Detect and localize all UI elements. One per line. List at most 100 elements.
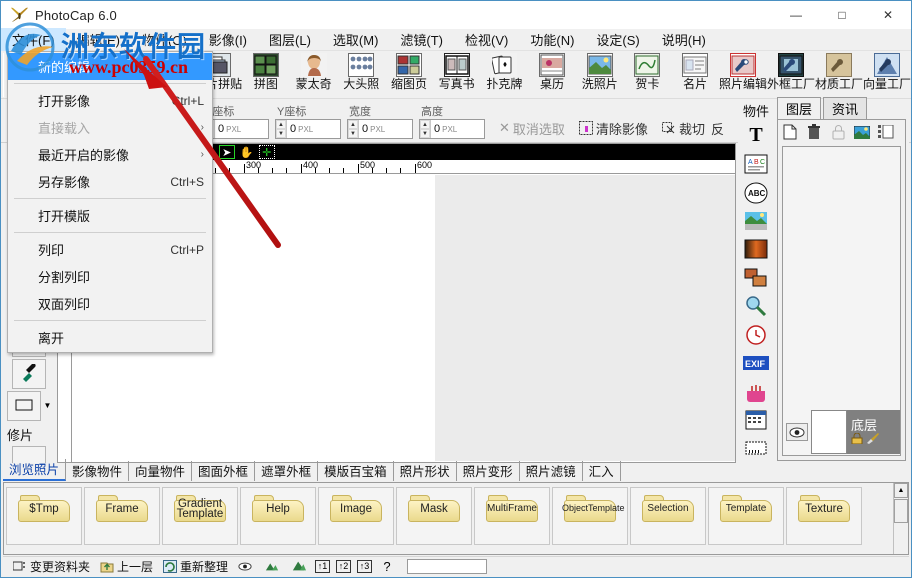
- toolbar-desk-calendar[interactable]: 桌历: [528, 51, 576, 97]
- gradient-object-icon[interactable]: [742, 236, 770, 263]
- tab-import[interactable]: 汇入: [583, 461, 621, 481]
- folder-item[interactable]: $Tmp: [6, 487, 82, 545]
- multi-image-icon[interactable]: [742, 264, 770, 291]
- folder-item[interactable]: Texture: [786, 487, 862, 545]
- tab-photo-filters[interactable]: 照片滤镜: [520, 461, 583, 481]
- layer-image-icon[interactable]: [854, 124, 870, 140]
- menu-file[interactable]: 文件(F): [1, 28, 66, 51]
- thumb-size-3-icon[interactable]: ↑3: [357, 560, 372, 573]
- menu-edit[interactable]: 编辑(E): [66, 28, 131, 51]
- eye-icon[interactable]: [786, 423, 808, 441]
- move-add-icon[interactable]: ✛: [259, 145, 275, 159]
- toolbar-greeting-card[interactable]: 贺卡: [624, 51, 672, 97]
- toolbar-playing-cards[interactable]: 扑克牌: [481, 51, 529, 97]
- toolbar-photo-book[interactable]: 写真书: [433, 51, 481, 97]
- text-box-icon[interactable]: ABC: [742, 150, 770, 177]
- clear-image-button[interactable]: 清除影像: [579, 118, 648, 138]
- browser-scrollbar[interactable]: ▲: [893, 483, 908, 554]
- tab-drawing-frames[interactable]: 图面外框: [192, 461, 255, 481]
- toolbar-montage[interactable]: 蒙太奇: [290, 51, 338, 97]
- tab-template-box[interactable]: 模版百宝箱: [318, 461, 394, 481]
- tool-eyedropper[interactable]: [12, 359, 46, 389]
- menu-item-save-image-as[interactable]: 另存影像 Ctrl+S: [8, 168, 212, 195]
- thumb-size-2-icon[interactable]: ↑2: [336, 560, 351, 573]
- tool-rectangle-shape[interactable]: [7, 391, 41, 421]
- circle-text-icon[interactable]: ABC: [742, 179, 770, 206]
- menu-filter[interactable]: 滤镜(T): [389, 28, 454, 51]
- menu-object[interactable]: 物件(O): [131, 28, 198, 51]
- up-one-level-button[interactable]: 上一层: [100, 558, 153, 575]
- menu-layer[interactable]: 图层(L): [258, 28, 322, 51]
- minimize-button[interactable]: —: [773, 1, 819, 29]
- help-icon[interactable]: ?: [380, 559, 394, 573]
- tab-layers[interactable]: 图层: [777, 97, 821, 119]
- image-object-icon[interactable]: [742, 207, 770, 234]
- menu-item-recent-images[interactable]: 最近开启的影像 ›: [8, 141, 212, 168]
- cancel-selection-button[interactable]: ✕ 取消选取: [499, 118, 565, 138]
- folder-item[interactable]: Frame: [84, 487, 160, 545]
- delete-layer-icon[interactable]: [806, 124, 822, 140]
- toolbar-vector-factory[interactable]: 向量工厂: [863, 51, 911, 97]
- barcode-object-icon[interactable]: [742, 435, 770, 462]
- spinner-y[interactable]: ▲▼: [276, 120, 287, 138]
- toolbar-id-photo[interactable]: 大头照: [337, 51, 385, 97]
- menu-item-open-template[interactable]: 打开模版: [8, 202, 212, 229]
- menu-item-new-edit[interactable]: 新的编辑: [8, 53, 212, 80]
- cake-object-icon[interactable]: [742, 378, 770, 405]
- menu-function[interactable]: 功能(N): [519, 28, 585, 51]
- menu-view[interactable]: 检视(V): [454, 28, 519, 51]
- tab-photo-deform[interactable]: 照片变形: [457, 461, 520, 481]
- spinner-height[interactable]: ▲▼: [420, 120, 431, 138]
- height-input[interactable]: ▲▼ 0 PXL: [419, 119, 485, 139]
- layer-row[interactable]: 底层: [783, 409, 900, 455]
- folder-item[interactable]: Mask: [396, 487, 472, 545]
- menu-item-exit[interactable]: 离开: [8, 324, 212, 351]
- menu-item-direct-load[interactable]: 直接载入 ›: [8, 114, 212, 141]
- menu-select[interactable]: 选取(M): [322, 28, 390, 51]
- tab-image-objects[interactable]: 影像物件: [66, 461, 129, 481]
- menu-item-print[interactable]: 列印 Ctrl+P: [8, 236, 212, 263]
- crop-button[interactable]: 裁切: [662, 118, 705, 138]
- new-layer-icon[interactable]: [782, 124, 798, 140]
- calendar-object-icon[interactable]: [742, 406, 770, 433]
- eye-icon[interactable]: [238, 559, 252, 573]
- maximize-button[interactable]: □: [819, 1, 865, 29]
- scroll-up-button[interactable]: ▲: [894, 483, 908, 498]
- lock-layer-icon[interactable]: [830, 124, 846, 140]
- toolbar-photo-edit[interactable]: 照片编辑: [719, 51, 767, 97]
- toolbar-puzzle[interactable]: 拼图: [242, 51, 290, 97]
- close-button[interactable]: ✕: [865, 1, 911, 29]
- folder-item[interactable]: MultiFrame: [474, 487, 550, 545]
- spinner-width[interactable]: ▲▼: [348, 120, 359, 138]
- y-coordinate-input[interactable]: ▲▼ 0 PXL: [275, 119, 341, 139]
- scroll-thumb[interactable]: [894, 499, 908, 523]
- folder-item[interactable]: Template: [708, 487, 784, 545]
- toolbar-business-card[interactable]: 名片: [671, 51, 719, 97]
- magnifier-object-icon[interactable]: [742, 293, 770, 320]
- folder-item[interactable]: Help: [240, 487, 316, 545]
- mountain-small-icon[interactable]: [265, 559, 279, 573]
- toolbar-print-photo[interactable]: 洗照片: [576, 51, 624, 97]
- folder-item[interactable]: ObjectTemplate: [552, 487, 628, 545]
- menu-item-split-print[interactable]: 分割列印: [8, 263, 212, 290]
- tab-mask-frames[interactable]: 遮罩外框: [255, 461, 318, 481]
- menu-settings[interactable]: 设定(S): [585, 28, 650, 51]
- thumb-size-1-icon[interactable]: ↑1: [315, 560, 330, 573]
- mountain-large-icon[interactable]: [292, 559, 306, 573]
- toolbar-texture-factory[interactable]: 材质工厂: [815, 51, 863, 97]
- folder-item[interactable]: Gradient Template: [162, 487, 238, 545]
- menu-image[interactable]: 影像(I): [198, 28, 258, 51]
- folder-item[interactable]: Selection: [630, 487, 706, 545]
- width-input[interactable]: ▲▼ 0 PXL: [347, 119, 413, 139]
- hand-pan-icon[interactable]: ✋: [239, 145, 255, 159]
- text-tool-icon[interactable]: T: [742, 122, 770, 149]
- clock-object-icon[interactable]: [742, 321, 770, 348]
- toolbar-frame-factory[interactable]: 外框工厂: [767, 51, 815, 97]
- layer-properties-icon[interactable]: [878, 124, 894, 140]
- chevron-down-icon[interactable]: ▼: [44, 401, 52, 410]
- change-folder-button[interactable]: 变更资料夹: [13, 558, 90, 575]
- refresh-button[interactable]: 重新整理: [163, 558, 228, 575]
- menu-item-open-image[interactable]: 打开影像 Ctrl+L: [8, 87, 212, 114]
- layer-list[interactable]: 底层: [782, 146, 901, 456]
- tab-browse-photos[interactable]: 浏览照片: [3, 459, 66, 481]
